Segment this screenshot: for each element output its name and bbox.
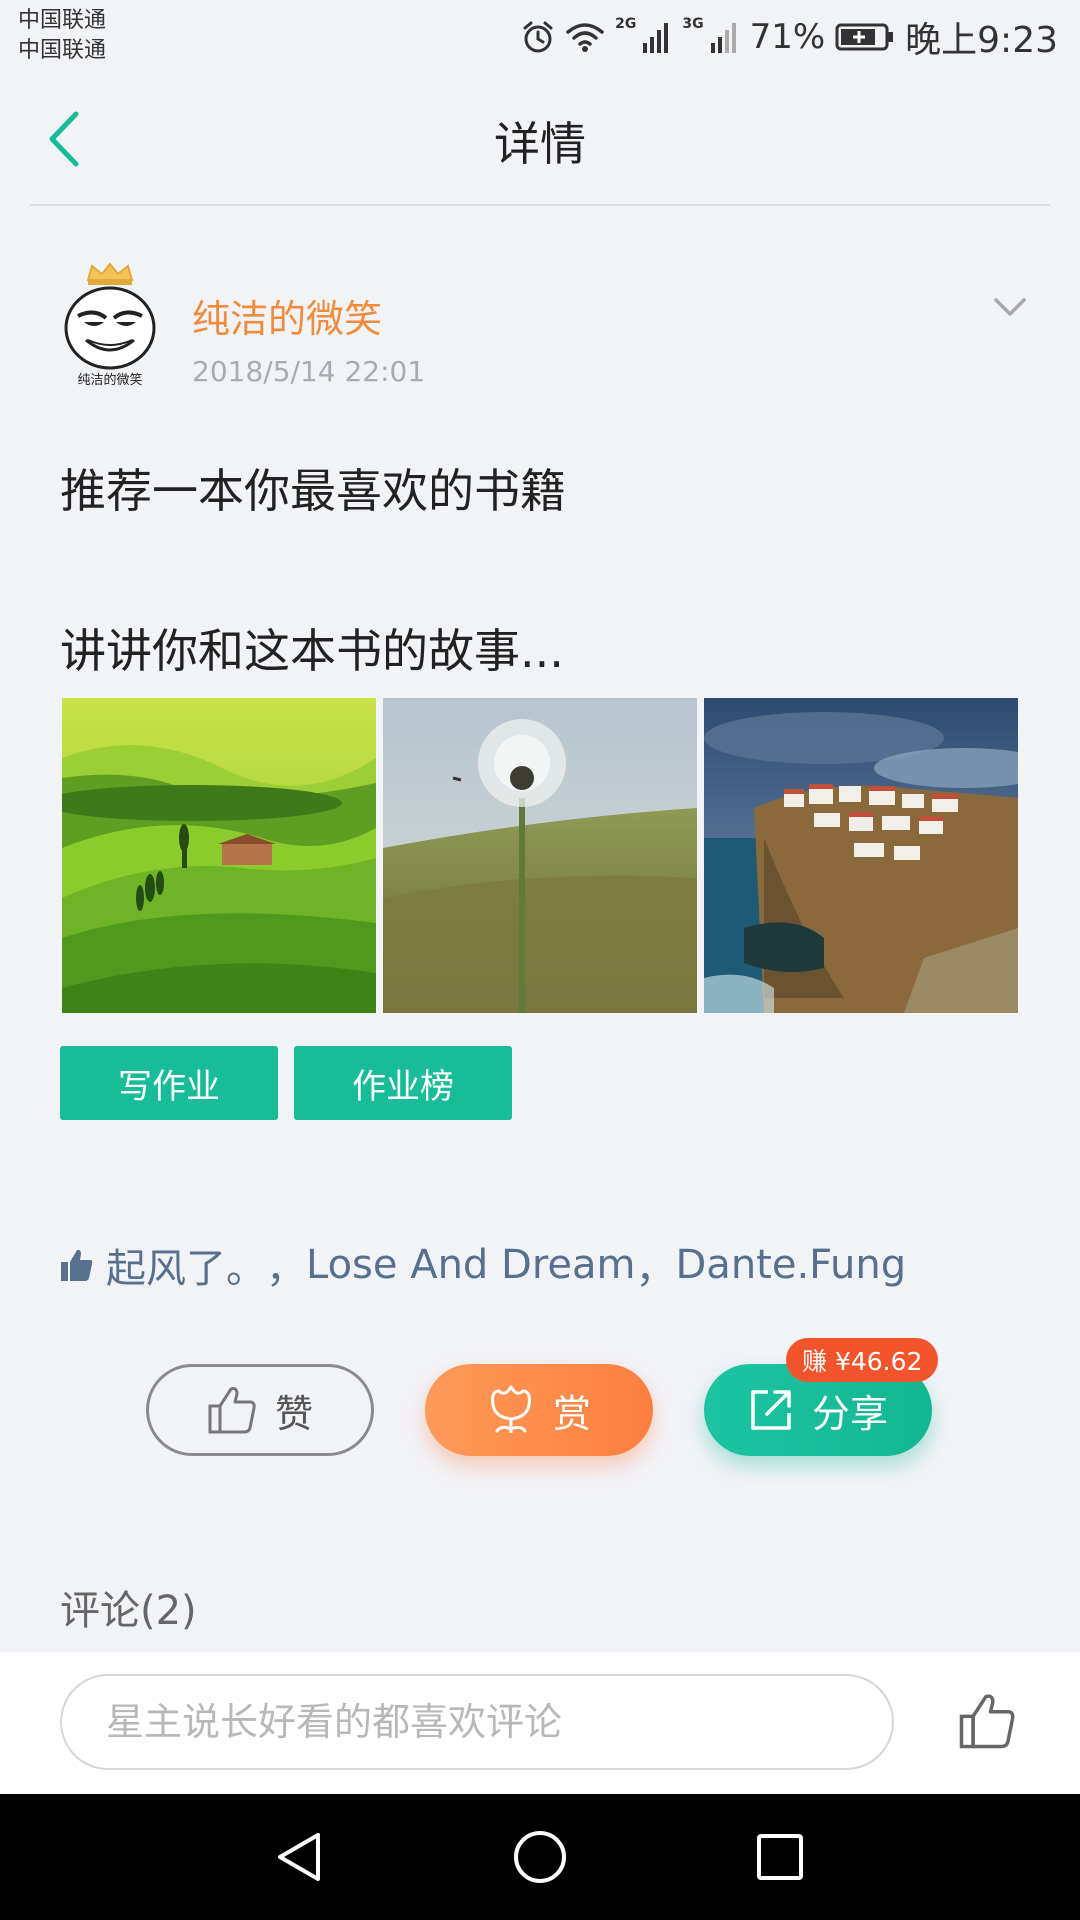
clock: 晚上9:23 (905, 20, 1058, 61)
liker-separator: ， (635, 1246, 676, 1292)
cliff-town-photo[interactable] (704, 698, 1018, 1013)
carrier-2: 中国联通 (18, 38, 107, 63)
page-title: 详情 (494, 117, 586, 171)
carrier-1: 中国联通 (18, 8, 107, 33)
system-nav-bar (0, 1794, 1080, 1920)
network-type-1: 2G (615, 16, 637, 32)
liker-list: 起风了。 ， Lose And Dream ， Dante.Fung (60, 1236, 906, 1294)
thumbs-up-icon (60, 1248, 94, 1282)
thumbs-up-icon (959, 1694, 1015, 1749)
post-text-line: 讲讲你和这本书的故事... (60, 624, 564, 678)
liker-separator: ， (266, 1246, 306, 1292)
reward-button[interactable]: 赏 (425, 1364, 653, 1456)
nav-back-button[interactable] (270, 1827, 330, 1887)
square-recents-icon (757, 1834, 803, 1880)
signal-icon (710, 21, 740, 53)
comment-bar (0, 1652, 1080, 1794)
comments-heading: 评论(2) (60, 1588, 197, 1634)
flower-icon (491, 1385, 531, 1433)
crown-icon (86, 262, 134, 281)
author-name[interactable]: 纯洁的微笑 (192, 288, 382, 343)
comment-input[interactable] (60, 1674, 894, 1770)
more-options-button[interactable] (990, 288, 1030, 328)
green-hills-photo[interactable] (62, 698, 376, 1013)
battery-percent: 71% (749, 17, 826, 57)
liker-name[interactable]: Dante.Fung (676, 1242, 907, 1288)
triangle-back-icon (278, 1833, 320, 1881)
status-bar: 中国联通 中国联通 2G 3G 71% 晚上9:23 (0, 0, 1080, 72)
post-text-line: 推荐一本你最喜欢的书籍 (60, 464, 566, 518)
comment-like-button[interactable] (958, 1692, 1016, 1750)
header: 详情 (0, 72, 1080, 206)
dandelion-photo[interactable] (383, 698, 697, 1013)
like-button[interactable]: 赞 (146, 1364, 374, 1456)
battery-charging-icon (835, 22, 895, 52)
liker-name[interactable]: 起风了。 (106, 1236, 266, 1294)
thumbs-up-icon (208, 1387, 256, 1434)
liker-name[interactable]: Lose And Dream (306, 1242, 636, 1288)
share-label: 分享 (811, 1391, 888, 1436)
earn-badge: 赚 ¥46.62 (786, 1338, 939, 1382)
image-gallery (62, 698, 1018, 1013)
status-indicators: 2G 3G 71% 晚上9:23 (521, 14, 1058, 61)
post-time: 2018/5/14 22:01 (192, 355, 426, 388)
svg-text:纯洁的微笑: 纯洁的微笑 (77, 372, 142, 388)
chevron-down-icon (994, 298, 1026, 316)
header-divider (30, 204, 1050, 206)
alarm-icon (521, 20, 555, 54)
avatar[interactable]: 纯洁的微笑 (60, 260, 160, 390)
network-type-2: 3G (682, 16, 704, 32)
post-actions: 赞 赏 分享 赚 ¥46.62 (146, 1338, 939, 1456)
homework-buttons: 写作业 作业榜 (60, 1046, 512, 1120)
signal-icon (642, 21, 672, 53)
post-author: 纯洁的微笑 纯洁的微笑 2018/5/14 22:01 (60, 260, 1030, 390)
share-icon (751, 1390, 791, 1430)
like-label: 赞 (274, 1391, 313, 1436)
carrier-info: 中国联通 中国联通 (18, 6, 106, 66)
reward-label: 赏 (552, 1391, 591, 1436)
nav-recents-button[interactable] (750, 1827, 810, 1887)
homework-ranking-button[interactable]: 作业榜 (294, 1046, 512, 1120)
wifi-icon (565, 21, 605, 53)
write-homework-button[interactable]: 写作业 (60, 1046, 278, 1120)
circle-home-icon (514, 1831, 566, 1883)
nav-home-button[interactable] (510, 1827, 570, 1887)
